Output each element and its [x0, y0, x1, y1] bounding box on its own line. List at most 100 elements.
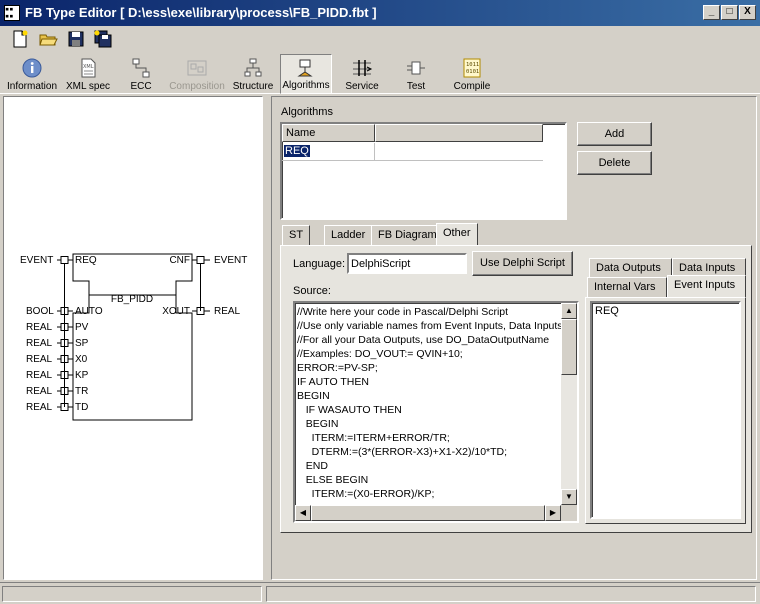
data-input-name: KP	[75, 370, 89, 381]
source-code-editor[interactable]: //Write here your code in Pascal/Delphi …	[293, 301, 579, 523]
maximize-button[interactable]: □	[721, 5, 738, 20]
list-item[interactable]: REQ	[595, 305, 736, 317]
scroll-corner	[561, 505, 577, 521]
use-delphi-script-button[interactable]: Use Delphi Script	[472, 251, 573, 276]
data-input-name: SP	[75, 338, 89, 349]
open-folder-icon[interactable]	[38, 29, 58, 49]
source-label: Source:	[293, 285, 331, 297]
column-header-name[interactable]: Name	[282, 124, 375, 142]
tab-test[interactable]: Test	[392, 54, 440, 94]
column-header-comment[interactable]	[375, 124, 543, 142]
horizontal-scrollbar[interactable]: ◀ ▶	[295, 505, 561, 521]
data-input-type: BOOL	[26, 306, 54, 317]
scroll-up-button[interactable]: ▲	[561, 303, 577, 319]
delete-button[interactable]: Delete	[577, 151, 652, 175]
compile-icon: 10110101	[463, 58, 481, 78]
save-icon[interactable]	[66, 29, 86, 49]
event-input-pin	[60, 256, 69, 264]
algorithms-panel: Algorithms Name REQ Add Delete ST Ladder…	[271, 96, 757, 580]
window-title: FB Type Editor [ D:\ess\exe\library\proc…	[25, 5, 377, 20]
event-output-pin	[196, 256, 205, 264]
new-file-icon[interactable]	[10, 29, 30, 49]
tab-information[interactable]: Information	[2, 54, 62, 94]
code-line: //Use only variable names from Event Inp…	[297, 320, 561, 332]
svg-text:XML: XML	[83, 64, 94, 70]
tab-ecc[interactable]: ECC	[118, 54, 164, 94]
fb-diagram-canvas: EVENT REQ CNF EVENT FB_PIDD XOUT REAL BO…	[20, 253, 247, 421]
data-input-type: REAL	[26, 354, 53, 365]
code-line: ELSE BEGIN	[297, 474, 369, 486]
algorithms-label: Algorithms	[281, 106, 333, 118]
tab-xml-spec[interactable]: XML XML spec	[62, 54, 114, 94]
tab-algorithms[interactable]: Algorithms	[280, 54, 332, 94]
code-line: BEGIN	[297, 418, 339, 430]
tab-st[interactable]: ST	[282, 225, 311, 245]
event-input-type: EVENT	[20, 255, 53, 266]
data-output-name: XOUT	[162, 306, 190, 317]
data-input-type: REAL	[26, 370, 53, 381]
app-icon: ▪▪ ▪▪	[4, 5, 20, 21]
save-all-icon[interactable]	[93, 29, 113, 49]
scroll-down-button[interactable]: ▼	[561, 489, 577, 505]
hscroll-thumb[interactable]	[311, 505, 545, 521]
tab-structure[interactable]: Structure	[230, 54, 276, 94]
tab-internal-vars[interactable]: Internal Vars	[587, 277, 667, 297]
tab-service[interactable]: Service	[336, 54, 388, 94]
xml-doc-icon: XML	[81, 58, 96, 78]
test-icon	[407, 61, 425, 75]
tab-event-inputs[interactable]: Event Inputs	[667, 275, 746, 297]
status-pane-right	[266, 586, 756, 602]
tab-other[interactable]: Other	[436, 223, 478, 245]
status-pane-left	[2, 586, 262, 602]
scroll-thumb[interactable]	[561, 319, 577, 375]
editor-view-tabs: Information XML XML spec ECC Composition…	[0, 54, 760, 94]
file-toolbar	[0, 26, 760, 54]
code-line: DTERM:=(3*(ERROR-X3)+X1-X2)/10*TD;	[297, 446, 508, 458]
scroll-right-button[interactable]: ▶	[545, 505, 561, 521]
ecc-icon	[132, 58, 150, 78]
data-input-type: REAL	[26, 338, 53, 349]
code-line: END	[297, 460, 328, 472]
algorithm-name-cell[interactable]: REQ	[284, 145, 310, 157]
variables-tab-page: REQ	[585, 297, 746, 524]
algorithms-icon	[297, 59, 313, 77]
code-line: //Write here your code in Pascal/Delphi …	[297, 306, 509, 318]
title-bar: ▪▪ ▪▪ FB Type Editor [ D:\ess\exe\library…	[0, 0, 760, 26]
service-icon	[353, 60, 373, 76]
algorithm-comment-cell[interactable]	[376, 143, 543, 160]
tab-compile[interactable]: 1011 0101 Compile	[444, 54, 500, 94]
add-button[interactable]: Add	[577, 122, 652, 146]
svg-text:1011: 1011	[466, 62, 479, 68]
composition-icon	[187, 60, 207, 76]
data-input-type: REAL	[26, 322, 53, 333]
code-line: ITERM:=(X0-ERROR)/KP;	[297, 488, 435, 500]
info-icon	[22, 58, 42, 78]
fb-name: FB_PIDD	[111, 294, 153, 305]
event-input-name: REQ	[75, 255, 97, 266]
fb-interface-diagram: EVENT REQ CNF EVENT FB_PIDD XOUT REAL BO…	[3, 96, 263, 580]
data-input-type: REAL	[26, 386, 53, 397]
svg-text:0101: 0101	[466, 69, 479, 75]
code-line: IF WASAUTO THEN	[297, 404, 402, 416]
language-label: Language:	[293, 258, 345, 270]
structure-icon	[244, 58, 262, 77]
close-button[interactable]: X	[739, 5, 756, 20]
data-input-name: TD	[75, 402, 88, 413]
code-text-area[interactable]: //Write here your code in Pascal/Delphi …	[297, 305, 561, 505]
code-line: IF AUTO THEN	[297, 376, 369, 388]
code-line: ERROR:=PV-SP;	[297, 362, 378, 374]
table-row[interactable]: REQ	[282, 143, 543, 161]
tab-composition[interactable]: Composition	[166, 54, 228, 94]
event-inputs-list[interactable]: REQ	[590, 301, 741, 519]
data-input-name: X0	[75, 354, 88, 365]
language-tab-page: Language: Use Delphi Script Source: //Wr…	[280, 245, 752, 533]
tab-fb-diagram[interactable]: FB Diagram	[371, 225, 444, 245]
tab-ladder[interactable]: Ladder	[324, 225, 373, 245]
scroll-left-button[interactable]: ◀	[295, 505, 311, 521]
vertical-scrollbar[interactable]: ▲ ▼	[561, 303, 577, 505]
tab-data-outputs[interactable]: Data Outputs	[589, 258, 672, 278]
minimize-button[interactable]: _	[703, 5, 720, 20]
algorithms-table[interactable]: Name REQ	[280, 122, 567, 220]
language-field[interactable]	[347, 253, 467, 274]
event-output-name: CNF	[169, 255, 190, 266]
